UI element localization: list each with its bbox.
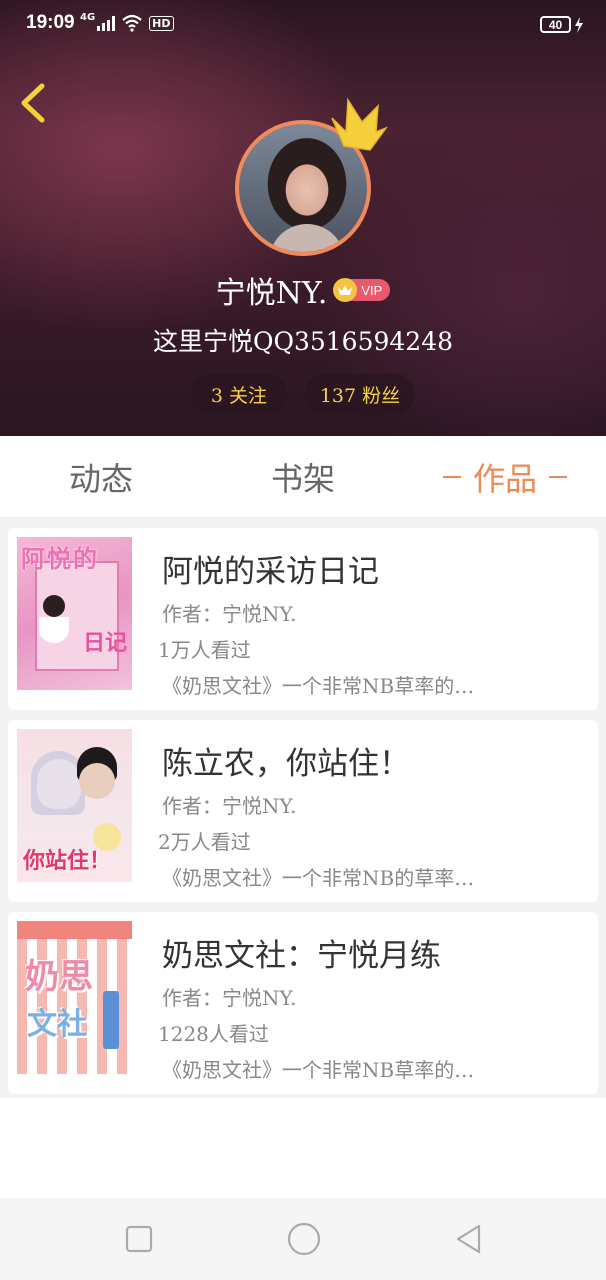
- tab-bar: 动态 书架 作品: [0, 436, 606, 518]
- cover-title: 你站住！: [23, 848, 112, 874]
- nickname-row: 宁悦NY. VIP: [0, 268, 606, 312]
- status-icons: 4G HD: [80, 11, 174, 32]
- book-description: 《奶思文社》一个非常NB草率的…: [162, 1058, 475, 1082]
- cover-figure: [43, 595, 65, 617]
- book-title: 奶思文社：宁悦月练: [162, 938, 441, 974]
- vip-crown-icon: [333, 278, 358, 302]
- works-list: 阿悦的 日记 阿悦的采访日记 作者：宁悦NY. 1万人看过 《奶思文社》一个非常…: [0, 518, 606, 1098]
- list-item[interactable]: 你站住！ 陈立农，你站住！ 作者：宁悦NY. 2万人看过 《奶思文社》一个非常N…: [8, 720, 598, 902]
- list-item[interactable]: 奶思 文社 奶思文社：宁悦月练 作者：宁悦NY. 1228人看过 《奶思文社》一…: [8, 912, 598, 1094]
- tab-works[interactable]: 作品: [404, 436, 606, 518]
- book-author: 作者：宁悦NY.: [162, 794, 297, 818]
- hd-label: HD: [149, 15, 174, 31]
- status-bar: 19:09 4G HD 40: [0, 0, 606, 46]
- vip-label: VIP: [361, 282, 383, 298]
- book-cover: 阿悦的 日记: [17, 537, 132, 690]
- stats-row: 3 关注 137 粉丝: [0, 374, 606, 414]
- status-time: 19:09: [26, 12, 75, 33]
- tab-indicator-left: [442, 476, 461, 478]
- nickname: 宁悦NY.: [215, 276, 328, 311]
- tab-works-label: 作品: [472, 460, 537, 498]
- book-description: 《奶思文社》一个非常NB草率的…: [162, 674, 475, 698]
- network-label: 4G: [80, 11, 96, 23]
- follow-count-button[interactable]: 3 关注: [191, 374, 287, 414]
- signature: 这里宁悦QQ3516594248: [152, 327, 454, 356]
- tab-activity-label: 动态: [68, 460, 133, 498]
- book-views: 1228人看过: [158, 1022, 269, 1046]
- wifi-icon: [122, 14, 142, 32]
- battery-level: 40: [548, 17, 563, 32]
- book-cover: 奶思 文社: [17, 921, 132, 1074]
- vip-badge[interactable]: VIP: [333, 278, 391, 302]
- cover-subtitle: 文社: [27, 1007, 87, 1042]
- cover-banner: [17, 921, 132, 939]
- book-cover: 你站住！: [17, 729, 132, 882]
- cover-title: 阿悦的: [21, 544, 99, 573]
- square-icon[interactable]: [122, 1222, 156, 1256]
- battery-icon: 40: [540, 16, 571, 33]
- triangle-left-icon[interactable]: [452, 1222, 486, 1256]
- profile-header: 19:09 4G HD 40 宁悦NY. VIP 这里宁悦QQ351659424…: [0, 0, 606, 436]
- fans-count-button[interactable]: 137 粉丝: [305, 374, 415, 414]
- cover-figure-dress: [39, 617, 69, 643]
- cover-figure-face: [79, 763, 115, 799]
- book-title: 陈立农，你站住！: [162, 746, 410, 782]
- crown-icon: [331, 97, 389, 151]
- signal-icon: [97, 15, 116, 31]
- book-views: 2万人看过: [158, 830, 251, 854]
- circle-icon[interactable]: [284, 1219, 324, 1259]
- charging-icon: [575, 17, 583, 33]
- book-description: 《奶思文社》一个非常NB的草率…: [162, 866, 475, 890]
- list-item[interactable]: 阿悦的 日记 阿悦的采访日记 作者：宁悦NY. 1万人看过 《奶思文社》一个非常…: [8, 528, 598, 710]
- back-icon[interactable]: [16, 82, 50, 124]
- tab-bookshelf-label: 书架: [270, 460, 335, 498]
- cover-subtitle: 日记: [83, 630, 128, 656]
- cover-side-tag: [103, 991, 119, 1049]
- book-author: 作者：宁悦NY.: [162, 602, 297, 626]
- book-author: 作者：宁悦NY.: [162, 986, 297, 1010]
- book-title: 阿悦的采访日记: [162, 554, 379, 590]
- tab-indicator-right: [549, 476, 567, 478]
- cover-figure-face: [37, 759, 81, 809]
- tab-activity[interactable]: 动态: [0, 436, 202, 518]
- system-nav-bar: [0, 1198, 606, 1280]
- cover-title: 奶思: [25, 957, 93, 997]
- tab-bookshelf[interactable]: 书架: [202, 436, 404, 518]
- book-views: 1万人看过: [158, 638, 251, 662]
